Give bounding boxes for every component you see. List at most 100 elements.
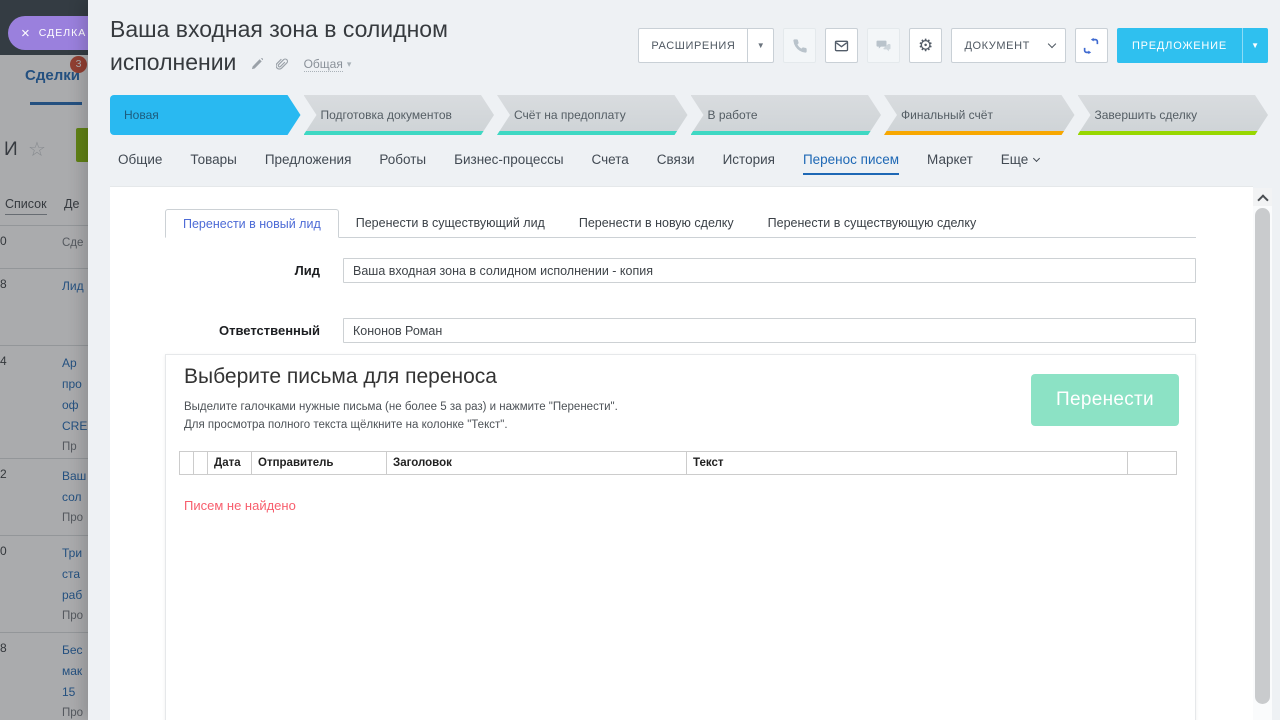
tab-mail-transfer[interactable]: Перенос писем — [802, 140, 900, 178]
page-title: Ваша входная зона в солидном исполнении … — [110, 13, 510, 80]
column-header-empty — [194, 452, 208, 474]
tab-label: Предложения — [264, 151, 352, 167]
tab-quotes[interactable]: Предложения — [265, 140, 352, 178]
stage-final-invoice[interactable]: Финальный счёт — [884, 95, 1075, 135]
transfer-button[interactable]: Перенести — [1031, 374, 1179, 426]
row-text-lines: Сде — [62, 233, 88, 254]
tab-general[interactable]: Общие — [118, 140, 162, 178]
close-icon[interactable]: × — [21, 26, 31, 41]
top-bar: × СДЕЛКА — [0, 0, 88, 55]
mail-select-panel: Выберите письма для переноса Выделите га… — [165, 354, 1196, 720]
tab-label: Связи — [656, 151, 695, 167]
column-header-empty — [180, 452, 194, 474]
lead-field-input[interactable] — [343, 258, 1196, 283]
stage-label: Завершить сделку — [1094, 108, 1198, 122]
extensions-dropdown[interactable]: ▼ — [747, 29, 773, 62]
email-button[interactable] — [825, 28, 859, 63]
deal-link-fragment[interactable]: CRE — [62, 416, 88, 437]
tabs-row: Общие Товары Предложения Роботы Бизнес-проце… — [118, 140, 1041, 178]
scroll-up-button[interactable] — [1253, 188, 1272, 206]
row-number-fragment: 8 — [0, 641, 7, 655]
call-button[interactable] — [783, 28, 817, 63]
tab-label: Счета — [591, 151, 629, 167]
category-selector[interactable]: Общая — [303, 56, 343, 72]
chat-button[interactable] — [867, 28, 901, 63]
column-header-6: Текст — [687, 452, 1128, 474]
subtab-existing-deal[interactable]: Перенести в существующую сделку — [751, 209, 994, 237]
row-subtext-fragment: Про — [62, 512, 84, 524]
phone-icon — [793, 38, 807, 53]
tab-products[interactable]: Товары — [190, 140, 236, 178]
favorite-star-icon[interactable]: ☆ — [28, 137, 46, 162]
deal-link-fragment[interactable]: Три — [62, 543, 88, 564]
stage-label: Счёт на предоплату — [514, 108, 626, 122]
page-title-fragment: И — [4, 139, 18, 160]
deal-link-fragment[interactable]: мак — [62, 661, 88, 682]
sync-button[interactable] — [1074, 28, 1108, 63]
panel-heading: Выберите письма для переноса — [184, 365, 497, 388]
deal-slider-tab[interactable]: × СДЕЛКА — [8, 16, 88, 50]
row-number-fragment: 8 — [0, 277, 7, 291]
view-tab-next[interactable]: Де — [64, 197, 79, 211]
deal-link-fragment[interactable]: Бес — [62, 640, 88, 661]
tab-history[interactable]: История — [723, 140, 775, 178]
scrollbar[interactable] — [1253, 188, 1272, 720]
subtab-new-deal[interactable]: Перенести в новую сделку — [562, 209, 751, 237]
row-number-fragment: 4 — [0, 354, 7, 368]
scrollbar-thumb[interactable] — [1255, 208, 1270, 704]
deal-link-fragment[interactable]: 15 — [62, 682, 88, 703]
stage-docs-preparation[interactable]: Подготовка документов — [304, 95, 495, 135]
deal-link-fragment[interactable]: Лид — [62, 276, 88, 297]
deal-slider-panel: Ваша входная зона в солидном исполнении … — [88, 0, 1280, 720]
view-tab-list[interactable]: Список — [5, 197, 47, 215]
tab-links[interactable]: Связи — [657, 140, 695, 178]
responsible-field-input[interactable] — [343, 318, 1196, 343]
stage-bar: Новая Подготовка документов Счёт на предоп… — [110, 95, 1268, 135]
deal-link-fragment[interactable]: ста — [62, 564, 88, 585]
subtab-existing-lead[interactable]: Перенести в существующий лид — [339, 209, 562, 237]
tab-label: Перенос писем — [802, 151, 900, 167]
tab-business-processes[interactable]: Бизнес-процессы — [454, 140, 563, 178]
panel-hint: Выделите галочками нужные письма (не бол… — [184, 399, 618, 435]
stage-in-progress[interactable]: В работе — [691, 95, 882, 135]
document-label: ДОКУМЕНТ — [964, 39, 1030, 52]
deal-link-fragment[interactable]: Ваш — [62, 466, 88, 487]
add-button-fragment[interactable] — [76, 128, 88, 162]
chevron-down-icon: ▾ — [346, 58, 352, 69]
row-number-fragment: 2 — [0, 467, 7, 481]
gear-icon: ⚙ — [918, 35, 934, 56]
list-item: 4 Ар про оф CRE Пр — [0, 345, 88, 458]
proposal-button[interactable]: ПРЕДЛОЖЕНИЕ ▼ — [1116, 28, 1268, 63]
tab-robots[interactable]: Роботы — [379, 140, 426, 178]
sync-icon — [1084, 37, 1099, 54]
document-button[interactable]: ДОКУМЕНТ — [951, 28, 1066, 63]
deal-link-fragment[interactable]: про — [62, 374, 88, 395]
deal-link-fragment[interactable]: оф — [62, 395, 88, 416]
deal-link-fragment[interactable]: сол — [62, 487, 88, 508]
tab-label: Общие — [118, 151, 163, 167]
subtab-new-lead[interactable]: Перенести в новый лид — [165, 209, 339, 238]
background-page-strip: × СДЕЛКА Сделки 3 И ☆ Список Де 0 Сде 8 Лид… — [0, 0, 88, 720]
tab-more[interactable]: Еще — [1001, 140, 1041, 178]
settings-button[interactable]: ⚙ — [909, 28, 943, 63]
tab-invoices[interactable]: Счета — [592, 140, 629, 178]
deal-link-fragment[interactable]: Ар — [62, 353, 88, 374]
stage-new[interactable]: Новая — [110, 95, 301, 135]
subtabs-row: Перенести в новый лид Перенести в существ… — [165, 209, 1196, 238]
proposal-dropdown[interactable]: ▼ — [1242, 28, 1268, 63]
extensions-label: РАСШИРЕНИЯ — [651, 39, 736, 52]
link-icon[interactable] — [276, 58, 289, 71]
stage-close-deal[interactable]: Завершить сделку — [1078, 95, 1269, 135]
edit-pencil-icon[interactable] — [250, 57, 263, 71]
mail-table-header: Дата Отправитель Заголовок Текст — [179, 451, 1177, 475]
row-subtext-fragment: Сде — [62, 237, 84, 249]
tab-market[interactable]: Маркет — [927, 140, 973, 178]
caret-down-icon: ▼ — [1251, 41, 1260, 50]
tab-label: Маркет — [927, 151, 973, 167]
proposal-label: ПРЕДЛОЖЕНИЕ — [1131, 39, 1227, 52]
column-header-4: Отправитель — [252, 452, 387, 474]
tab-label: История — [722, 151, 775, 167]
stage-prepayment-invoice[interactable]: Счёт на предоплату — [497, 95, 688, 135]
extensions-button[interactable]: РАСШИРЕНИЯ ▼ — [638, 28, 775, 63]
deal-link-fragment[interactable]: раб — [62, 585, 88, 606]
